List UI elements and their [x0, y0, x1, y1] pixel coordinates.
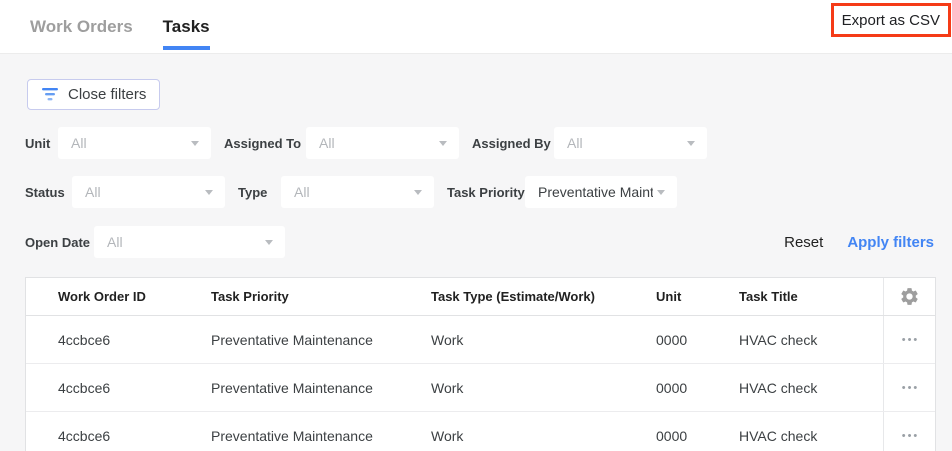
chevron-down-icon — [414, 190, 422, 195]
more-actions-button[interactable]: ••• — [884, 412, 935, 451]
type-filter-value: All — [294, 184, 310, 200]
col-header-unit: Unit — [649, 289, 739, 304]
open-date-filter-select[interactable]: All — [94, 226, 285, 258]
tab-tasks[interactable]: Tasks — [163, 0, 210, 53]
export-csv-button[interactable]: Export as CSV — [831, 3, 951, 37]
assigned-by-filter-select[interactable]: All — [554, 127, 707, 159]
chevron-down-icon — [205, 190, 213, 195]
filter-field-unit: Unit All — [25, 127, 211, 159]
table-row[interactable]: 4ccbce6 Preventative Maintenance Work 00… — [26, 364, 935, 412]
more-actions-icon: ••• — [902, 382, 920, 394]
chevron-down-icon — [657, 190, 665, 195]
unit-filter-value: All — [71, 135, 87, 151]
status-filter-select[interactable]: All — [72, 176, 225, 208]
cell-task-title: HVAC check — [739, 380, 883, 396]
top-tab-bar: Work Orders Tasks Export as CSV — [0, 0, 952, 54]
open-date-filter-value: All — [107, 234, 123, 250]
open-date-filter-label: Open Date — [25, 235, 94, 250]
cell-task-title: HVAC check — [739, 428, 883, 444]
filter-field-open-date: Open Date All — [25, 226, 285, 258]
filter-actions: Reset Apply filters — [784, 234, 936, 251]
row-actions-cell: ••• — [883, 316, 935, 363]
column-settings-cell — [883, 278, 935, 315]
status-filter-label: Status — [25, 185, 72, 200]
type-filter-select[interactable]: All — [281, 176, 434, 208]
type-filter-label: Type — [238, 185, 281, 200]
table-row[interactable]: 4ccbce6 Preventative Maintenance Work 00… — [26, 412, 935, 451]
cell-work-order-id: 4ccbce6 — [58, 380, 211, 396]
more-actions-icon: ••• — [902, 334, 920, 346]
filter-field-assigned-to: Assigned To All — [224, 127, 459, 159]
filter-field-type: Type All — [238, 176, 434, 208]
filter-field-task-priority: Task Priority Preventative Maintenance — [447, 176, 677, 208]
close-filters-button[interactable]: Close filters — [27, 79, 160, 110]
cell-task-priority: Preventative Maintenance — [211, 332, 431, 348]
col-header-task-title: Task Title — [739, 289, 883, 304]
cell-task-priority: Preventative Maintenance — [211, 428, 431, 444]
assigned-to-filter-select[interactable]: All — [306, 127, 459, 159]
assigned-to-filter-value: All — [319, 135, 335, 151]
unit-filter-label: Unit — [25, 136, 58, 151]
tab-tasks-label: Tasks — [163, 17, 210, 37]
unit-filter-select[interactable]: All — [58, 127, 211, 159]
filter-row-3: Open Date All Reset Apply filters — [25, 226, 936, 258]
filter-field-status: Status All — [25, 176, 225, 208]
apply-filters-button[interactable]: Apply filters — [847, 234, 934, 251]
settings-gear-icon — [899, 286, 920, 307]
more-actions-button[interactable]: ••• — [884, 364, 935, 411]
task-priority-filter-value: Preventative Maintenance — [538, 184, 653, 200]
cell-unit: 0000 — [649, 332, 739, 348]
assigned-by-filter-label: Assigned By — [472, 136, 554, 151]
status-filter-value: All — [85, 184, 101, 200]
export-csv-label: Export as CSV — [842, 12, 940, 29]
assigned-to-filter-label: Assigned To — [224, 136, 306, 151]
column-settings-button[interactable] — [884, 278, 935, 315]
table-header-row: Work Order ID Task Priority Task Type (E… — [26, 278, 935, 316]
filter-icon — [41, 88, 59, 101]
chevron-down-icon — [265, 240, 273, 245]
task-priority-filter-label: Task Priority — [447, 185, 525, 200]
cell-task-title: HVAC check — [739, 332, 883, 348]
reset-filters-button[interactable]: Reset — [784, 234, 823, 251]
cell-task-type: Work — [431, 428, 649, 444]
chevron-down-icon — [687, 141, 695, 146]
col-header-task-priority: Task Priority — [211, 289, 431, 304]
table-row[interactable]: 4ccbce6 Preventative Maintenance Work 00… — [26, 316, 935, 364]
more-actions-icon: ••• — [902, 430, 920, 442]
tab-work-orders-label: Work Orders — [30, 17, 133, 37]
close-filters-label: Close filters — [68, 86, 146, 103]
more-actions-button[interactable]: ••• — [884, 316, 935, 363]
cell-task-priority: Preventative Maintenance — [211, 380, 431, 396]
row-actions-cell: ••• — [883, 412, 935, 451]
row-actions-cell: ••• — [883, 364, 935, 411]
cell-unit: 0000 — [649, 428, 739, 444]
col-header-work-order-id: Work Order ID — [58, 289, 211, 304]
active-tab-indicator — [163, 46, 210, 50]
task-priority-filter-select[interactable]: Preventative Maintenance — [525, 176, 677, 208]
cell-work-order-id: 4ccbce6 — [58, 428, 211, 444]
col-header-task-type: Task Type (Estimate/Work) — [431, 289, 649, 304]
filter-field-assigned-by: Assigned By All — [472, 127, 707, 159]
cell-task-type: Work — [431, 332, 649, 348]
chevron-down-icon — [439, 141, 447, 146]
filter-row-2: Status All Type All Task Priority Preven… — [25, 176, 936, 208]
tab-work-orders[interactable]: Work Orders — [30, 0, 133, 53]
tasks-page: { "header": { "tabs": [ { "label": "Work… — [0, 0, 952, 451]
chevron-down-icon — [191, 141, 199, 146]
cell-unit: 0000 — [649, 380, 739, 396]
page-body: Close filters Unit All Assigned To All A… — [0, 54, 952, 451]
filter-row-1: Unit All Assigned To All Assigned By All — [25, 127, 936, 159]
cell-work-order-id: 4ccbce6 — [58, 332, 211, 348]
assigned-by-filter-value: All — [567, 135, 583, 151]
tasks-table: Work Order ID Task Priority Task Type (E… — [25, 277, 936, 451]
cell-task-type: Work — [431, 380, 649, 396]
